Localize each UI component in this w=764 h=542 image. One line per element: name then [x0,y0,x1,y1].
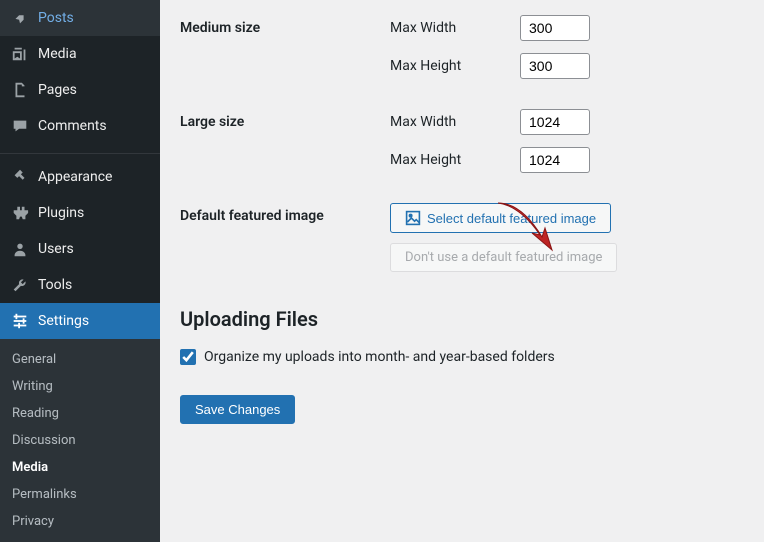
media-settings-table: Medium size Max Width Max Height Large s… [180,0,744,287]
medium-height-input[interactable] [520,53,590,79]
submenu-general[interactable]: General [0,346,160,373]
submenu-writing[interactable]: Writing [0,373,160,400]
max-height-label: Max Height [390,152,520,168]
large-width-input[interactable] [520,109,590,135]
button-label: Select default featured image [427,211,596,226]
submenu-reading[interactable]: Reading [0,400,160,427]
appearance-icon [10,167,30,187]
medium-width-input[interactable] [520,15,590,41]
media-icon [10,44,30,64]
uploading-files-heading: Uploading Files [180,307,744,331]
sidebar-item-pages[interactable]: Pages [0,72,160,108]
menu-label: Appearance [38,169,112,185]
large-size-label: Large size [180,94,380,188]
sidebar-item-plugins[interactable]: Plugins [0,195,160,231]
menu-label: Posts [38,10,74,26]
dont-use-featured-button[interactable]: Don't use a default featured image [390,243,617,272]
menu-label: Tools [38,277,72,293]
pages-icon [10,80,30,100]
organize-uploads-checkbox[interactable] [180,349,196,365]
sidebar-item-tools[interactable]: Tools [0,267,160,303]
plugins-icon [10,203,30,223]
max-width-label: Max Width [390,20,520,36]
organize-uploads-label: Organize my uploads into month- and year… [204,349,555,365]
submenu-permalinks[interactable]: Permalinks [0,481,160,508]
submenu-discussion[interactable]: Discussion [0,427,160,454]
menu-label: Pages [38,82,77,98]
tools-icon [10,275,30,295]
comments-icon [10,116,30,136]
sidebar-item-comments[interactable]: Comments [0,108,160,144]
large-height-input[interactable] [520,147,590,173]
menu-label: Media [38,46,77,62]
sidebar-item-appearance[interactable]: Appearance [0,159,160,195]
save-changes-button[interactable]: Save Changes [180,395,295,424]
settings-icon [10,311,30,331]
default-featured-label: Default featured image [180,188,380,287]
submenu-privacy[interactable]: Privacy [0,508,160,535]
submenu-media[interactable]: Media [0,454,160,481]
sidebar-item-settings[interactable]: Settings [0,303,160,339]
users-icon [10,239,30,259]
menu-label: Comments [38,118,107,134]
admin-sidebar: Posts Media Pages Comments Appearance Pl… [0,0,160,536]
max-height-label: Max Height [390,58,520,74]
sidebar-item-media[interactable]: Media [0,36,160,72]
menu-separator [0,149,160,154]
image-icon [405,210,421,226]
menu-label: Users [38,241,74,257]
sidebar-item-users[interactable]: Users [0,231,160,267]
settings-submenu: General Writing Reading Discussion Media… [0,339,160,542]
select-featured-image-button[interactable]: Select default featured image [390,203,611,233]
sidebar-item-posts[interactable]: Posts [0,0,160,36]
organize-uploads-row[interactable]: Organize my uploads into month- and year… [180,349,744,365]
content-area: Medium size Max Width Max Height Large s… [160,0,764,536]
medium-size-label: Medium size [180,0,380,94]
max-width-label: Max Width [390,114,520,130]
menu-label: Plugins [38,205,84,221]
menu-label: Settings [38,313,89,329]
pin-icon [10,8,30,28]
